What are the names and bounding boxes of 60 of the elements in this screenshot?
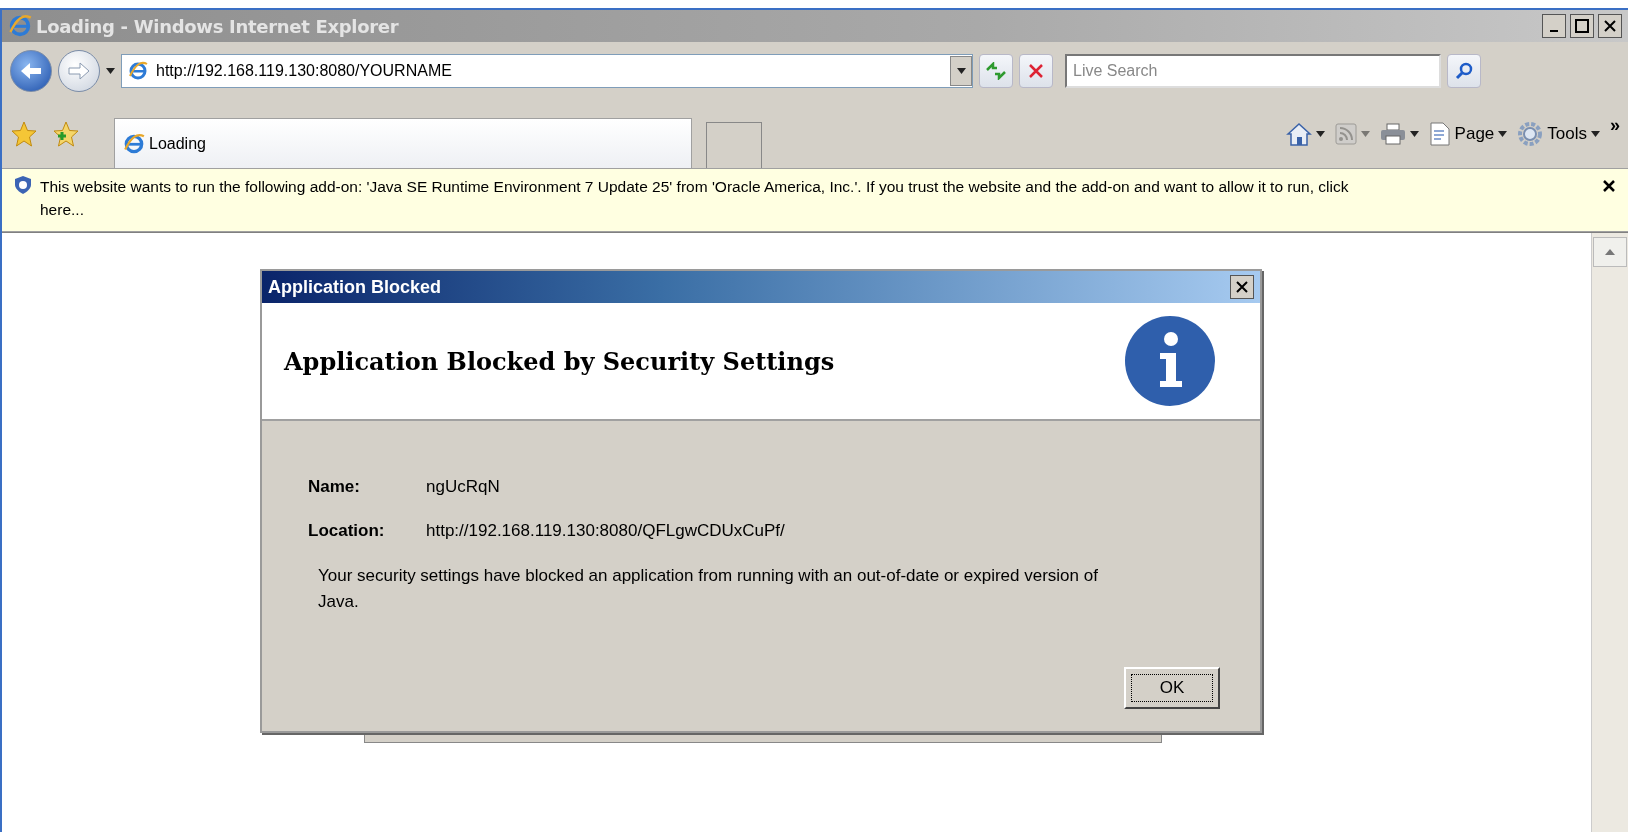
- search-icon: [1455, 62, 1473, 80]
- history-caret-icon: [106, 68, 115, 74]
- feed-icon: [1334, 123, 1357, 145]
- menu-button[interactable]: Tools: [1517, 121, 1600, 147]
- info-icon: [1124, 315, 1216, 407]
- dialog-heading: Application Blocked by Security Settings: [284, 346, 836, 376]
- field-label: Name:: [308, 477, 361, 497]
- close-icon[interactable]: [1602, 179, 1616, 193]
- add-favorite-icon[interactable]: [52, 120, 80, 148]
- stop-icon: [1028, 63, 1044, 79]
- browser-logo-icon: [8, 14, 32, 38]
- caret-icon: [1360, 131, 1370, 137]
- dialog-close-button[interactable]: [1230, 275, 1254, 299]
- close-icon: [1235, 280, 1249, 294]
- browser-tab[interactable]: Loading: [114, 118, 692, 168]
- toolbar-button[interactable]: [1379, 123, 1419, 145]
- ok-button[interactable]: OK: [1124, 667, 1220, 709]
- printer-icon: [1379, 123, 1406, 145]
- close-button[interactable]: [1598, 14, 1622, 38]
- back-arrow-icon: [19, 61, 43, 81]
- address-dropdown-button[interactable]: [950, 56, 972, 86]
- caret-icon: [1409, 131, 1419, 137]
- close-icon: [1603, 19, 1617, 33]
- star-icon[interactable]: [10, 120, 38, 148]
- forward-button[interactable]: [58, 50, 100, 92]
- caret-icon: [956, 68, 966, 74]
- add-on-warning-text[interactable]: This website wants to run the following add-on: 'Java SE Runtime Environment 7 Update 25' from 'Oracle America, Inc.'. If you trust the website and the add-on and want to allow it to run, click here...: [40, 175, 1360, 221]
- shield-icon: [14, 175, 32, 195]
- maximize-button[interactable]: [1570, 14, 1594, 38]
- caret-icon: [1315, 131, 1325, 137]
- dialog-message: Your security settings have blocked an application from running with an out-of-date or expired version of Java.: [318, 565, 1099, 613]
- back-button[interactable]: [10, 50, 52, 92]
- minimize-icon: [1550, 30, 1558, 32]
- field-label: Location:: [308, 521, 386, 541]
- browser-logo-icon: [128, 61, 148, 81]
- caret-icon: [1498, 131, 1508, 137]
- stop-button[interactable]: [1019, 54, 1053, 88]
- address-field[interactable]: http://192.168.119.130:8080/YOURNAME: [121, 54, 973, 88]
- overflow-chevron[interactable]: »: [1610, 115, 1620, 136]
- menu-button[interactable]: Page: [1428, 122, 1508, 146]
- gear-icon: [1517, 121, 1544, 147]
- field-value: http://192.168.119.130:8080/QFLgwCDUxCuPf/: [426, 521, 785, 541]
- up-arrow-icon: [1605, 249, 1615, 255]
- maximize-icon: [1575, 19, 1589, 33]
- minimize-button[interactable]: [1542, 14, 1566, 38]
- search-button[interactable]: [1447, 54, 1481, 88]
- search-field[interactable]: Live Search: [1065, 54, 1441, 88]
- forward-arrow-icon: [67, 61, 91, 81]
- window-title: Loading - Windows Internet Explorer: [36, 15, 400, 37]
- dialog-title: Application Blocked: [268, 276, 443, 298]
- field-value: ngUcRqN: [426, 477, 500, 497]
- browser-logo-icon: [123, 132, 145, 155]
- refresh-icon: [985, 62, 1007, 80]
- caret-icon: [1591, 131, 1600, 137]
- home-icon: [1285, 122, 1312, 146]
- page-icon: [1428, 122, 1451, 146]
- toolbar-button[interactable]: [1285, 122, 1325, 146]
- refresh-button[interactable]: [979, 54, 1013, 88]
- scrollbar[interactable]: [1591, 233, 1628, 832]
- scroll-up-button[interactable]: [1593, 237, 1627, 267]
